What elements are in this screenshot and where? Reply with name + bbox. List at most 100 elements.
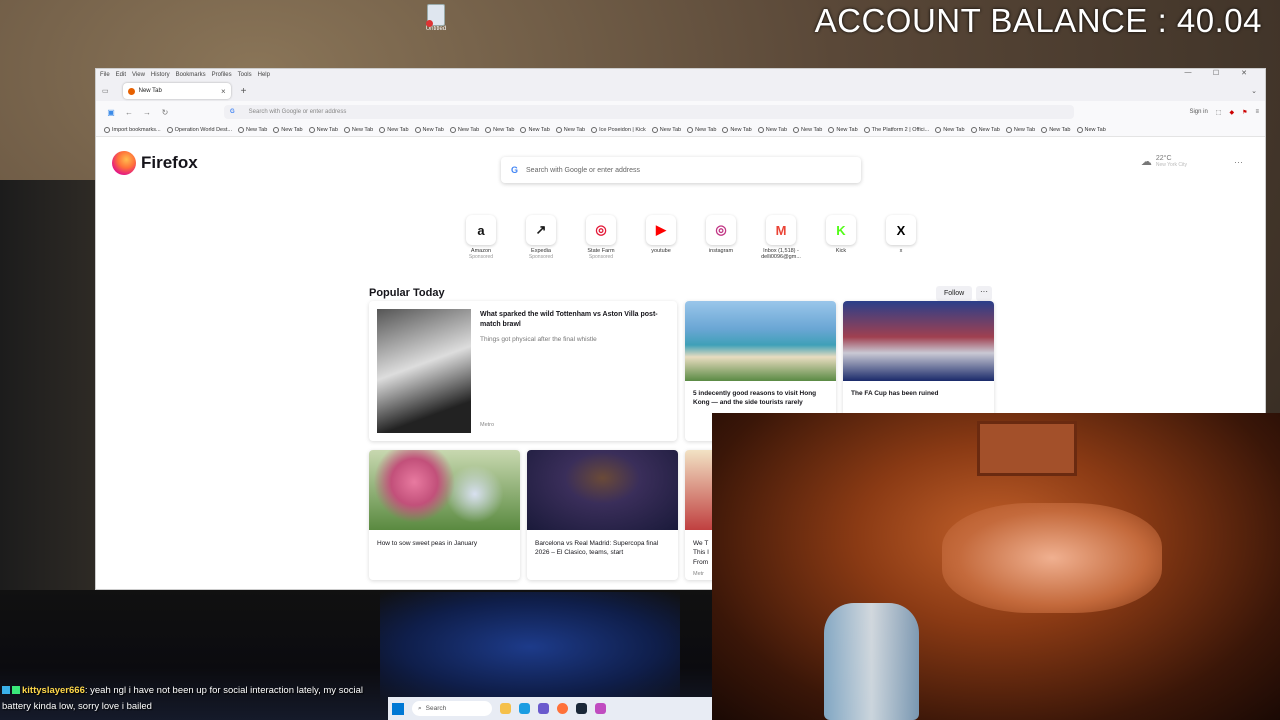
globe-icon (343, 126, 350, 133)
bookmark-item[interactable]: New Tab (485, 126, 514, 133)
more-options-button[interactable]: ··· (976, 286, 992, 301)
app-icon[interactable] (595, 703, 606, 714)
extensions-icon[interactable]: ⬚ (1216, 109, 1222, 116)
firefox-wordmark: Firefox (141, 153, 198, 172)
bookmark-item[interactable]: New Tab (379, 126, 409, 133)
bookmark-item[interactable]: The Platform 2 | Offici... (863, 126, 929, 133)
shortcut-tile[interactable]: K Kick (811, 215, 871, 260)
windows-start-icon[interactable] (392, 702, 404, 715)
bookmark-item[interactable]: New Tab (449, 126, 480, 133)
menu-file[interactable]: File (100, 72, 110, 78)
bookmark-item[interactable]: New Tab (793, 126, 822, 133)
url-bar[interactable]: G Search with Google or enter address (224, 105, 1074, 119)
menu-help[interactable]: Help (258, 72, 270, 78)
back-icon[interactable]: ← (120, 108, 138, 117)
maximize-button[interactable]: ☐ (1205, 69, 1227, 77)
taskbar-search[interactable]: ⌕ Search (412, 701, 492, 716)
shield-icon[interactable]: ◆ (1229, 109, 1234, 116)
close-window-button[interactable]: ✕ (1233, 69, 1255, 77)
globe-icon (104, 126, 110, 133)
bookmark-label: New Tab (457, 126, 480, 133)
bookmark-label: New Tab (387, 126, 409, 133)
bookmark-item[interactable]: New Tab (520, 126, 550, 133)
shortcut-tile[interactable]: ↗ Expedia Sponsored (511, 215, 571, 260)
app-menu-icon[interactable]: ≡ (1255, 109, 1259, 115)
menu-history[interactable]: History (151, 72, 170, 78)
story-card[interactable]: Barcelona vs Real Madrid: Supercopa fina… (527, 450, 678, 580)
bookmark-item[interactable]: New Tab (237, 126, 267, 133)
globe-icon (1005, 126, 1012, 133)
google-icon: G (230, 109, 235, 115)
tab-new-tab[interactable]: New Tab × (122, 83, 231, 99)
list-tabs-icon[interactable]: ⌄ (1251, 87, 1257, 95)
sign-in-button[interactable]: Sign in (1189, 109, 1207, 115)
bookmark-item[interactable]: New Tab (970, 126, 1000, 133)
globe-icon (1041, 126, 1048, 133)
shortcut-sponsored-label: Sponsored (588, 254, 614, 260)
shortcut-tile[interactable]: ◎ instagram (691, 215, 751, 260)
weather-widget[interactable]: ☁ 22°C New York City (1141, 155, 1187, 168)
bookmark-item[interactable]: New Tab (343, 126, 373, 133)
bookmark-item[interactable]: New Tab (687, 126, 716, 133)
extension-flag-icon[interactable]: ⚑ (1242, 109, 1247, 116)
shortcut-tile[interactable]: M Inbox (1,518) - delli0096@gm... (751, 215, 811, 260)
bookmark-item[interactable]: New Tab (935, 126, 965, 133)
google-icon: G (511, 165, 519, 175)
bookmark-item[interactable]: New Tab (273, 126, 303, 133)
menu-edit[interactable]: Edit (116, 72, 126, 78)
menu-view[interactable]: View (132, 72, 145, 78)
bookmark-item[interactable]: New Tab (1041, 126, 1071, 133)
bookmark-item[interactable]: New Tab (1076, 126, 1106, 133)
bookmark-item[interactable]: New Tab (651, 126, 681, 133)
bookmark-item[interactable]: New Tab (555, 126, 585, 133)
bookmark-item[interactable]: New Tab (414, 126, 444, 133)
menu-bookmarks[interactable]: Bookmarks (176, 72, 206, 78)
shortcut-tile[interactable]: Xx (871, 215, 931, 260)
tab-overview-icon[interactable]: ▭ (102, 87, 109, 95)
bookmark-item[interactable]: Import bookmarks... (104, 126, 161, 133)
bookmark-item[interactable]: New Tab (757, 126, 787, 133)
sidebar-icon[interactable]: ▣ (102, 108, 120, 117)
weather-temp: 22°C (1155, 155, 1172, 162)
search-input[interactable]: G Search with Google or enter address (501, 157, 861, 183)
desktop-file-icon[interactable]: Untitled (422, 4, 450, 32)
desktop-icon-label: Untitled (425, 26, 447, 32)
reload-icon[interactable]: ↻ (156, 108, 174, 117)
bookmark-item[interactable]: New Tab (722, 126, 752, 133)
weather-menu-icon[interactable]: ··· (1234, 157, 1243, 167)
story-excerpt: Things got physical after the final whis… (480, 336, 597, 343)
steam-icon[interactable] (576, 703, 587, 714)
globe-icon (237, 126, 244, 133)
toolbar-right: Sign in ⬚ ◆ ⚑ ≡ (1181, 109, 1259, 116)
shortcut-tile[interactable]: ◎ State Farm Sponsored (571, 215, 631, 260)
bookmark-item[interactable]: Ice Poseidon | Kick (591, 126, 646, 133)
firefox-icon (112, 151, 136, 175)
menu-tools[interactable]: Tools (238, 72, 252, 78)
bookmark-item[interactable]: New Tab (828, 126, 858, 133)
firefox-logo: Firefox (112, 151, 198, 175)
bookmark-item[interactable]: New Tab (308, 126, 338, 133)
window-controls: — ☐ ✕ (1177, 69, 1261, 77)
shortcut-tile[interactable]: a Amazon Sponsored (451, 215, 511, 260)
story-source: Metro (480, 422, 495, 428)
store-icon[interactable] (538, 703, 549, 714)
forward-icon[interactable]: → (138, 108, 156, 117)
story-card-featured[interactable]: What sparked the wild Tottenham vs Aston… (369, 301, 677, 441)
bookmark-label: New Tab (316, 126, 338, 133)
menu-profiles[interactable]: Profiles (212, 72, 232, 78)
bookmark-label: New Tab (1084, 126, 1106, 133)
story-headline: Barcelona vs Real Madrid: Supercopa fina… (535, 540, 659, 557)
minimize-button[interactable]: — (1177, 69, 1199, 77)
story-card[interactable]: How to sow sweet peas in January (369, 450, 520, 580)
bookmark-item[interactable]: New Tab (1005, 126, 1035, 133)
close-tab-icon[interactable]: × (221, 87, 226, 96)
follow-button[interactable]: Follow (936, 286, 973, 301)
chat-badge-icon (12, 686, 20, 695)
shortcut-tile[interactable]: ▶ youtube (631, 215, 691, 260)
file-explorer-icon[interactable] (500, 703, 511, 714)
bookmark-item[interactable]: Operation World Dest... (166, 126, 232, 133)
new-tab-button[interactable]: + (241, 86, 247, 97)
edge-icon[interactable] (519, 703, 530, 714)
firefox-taskbar-icon[interactable] (557, 703, 568, 714)
globe-icon (308, 126, 315, 133)
